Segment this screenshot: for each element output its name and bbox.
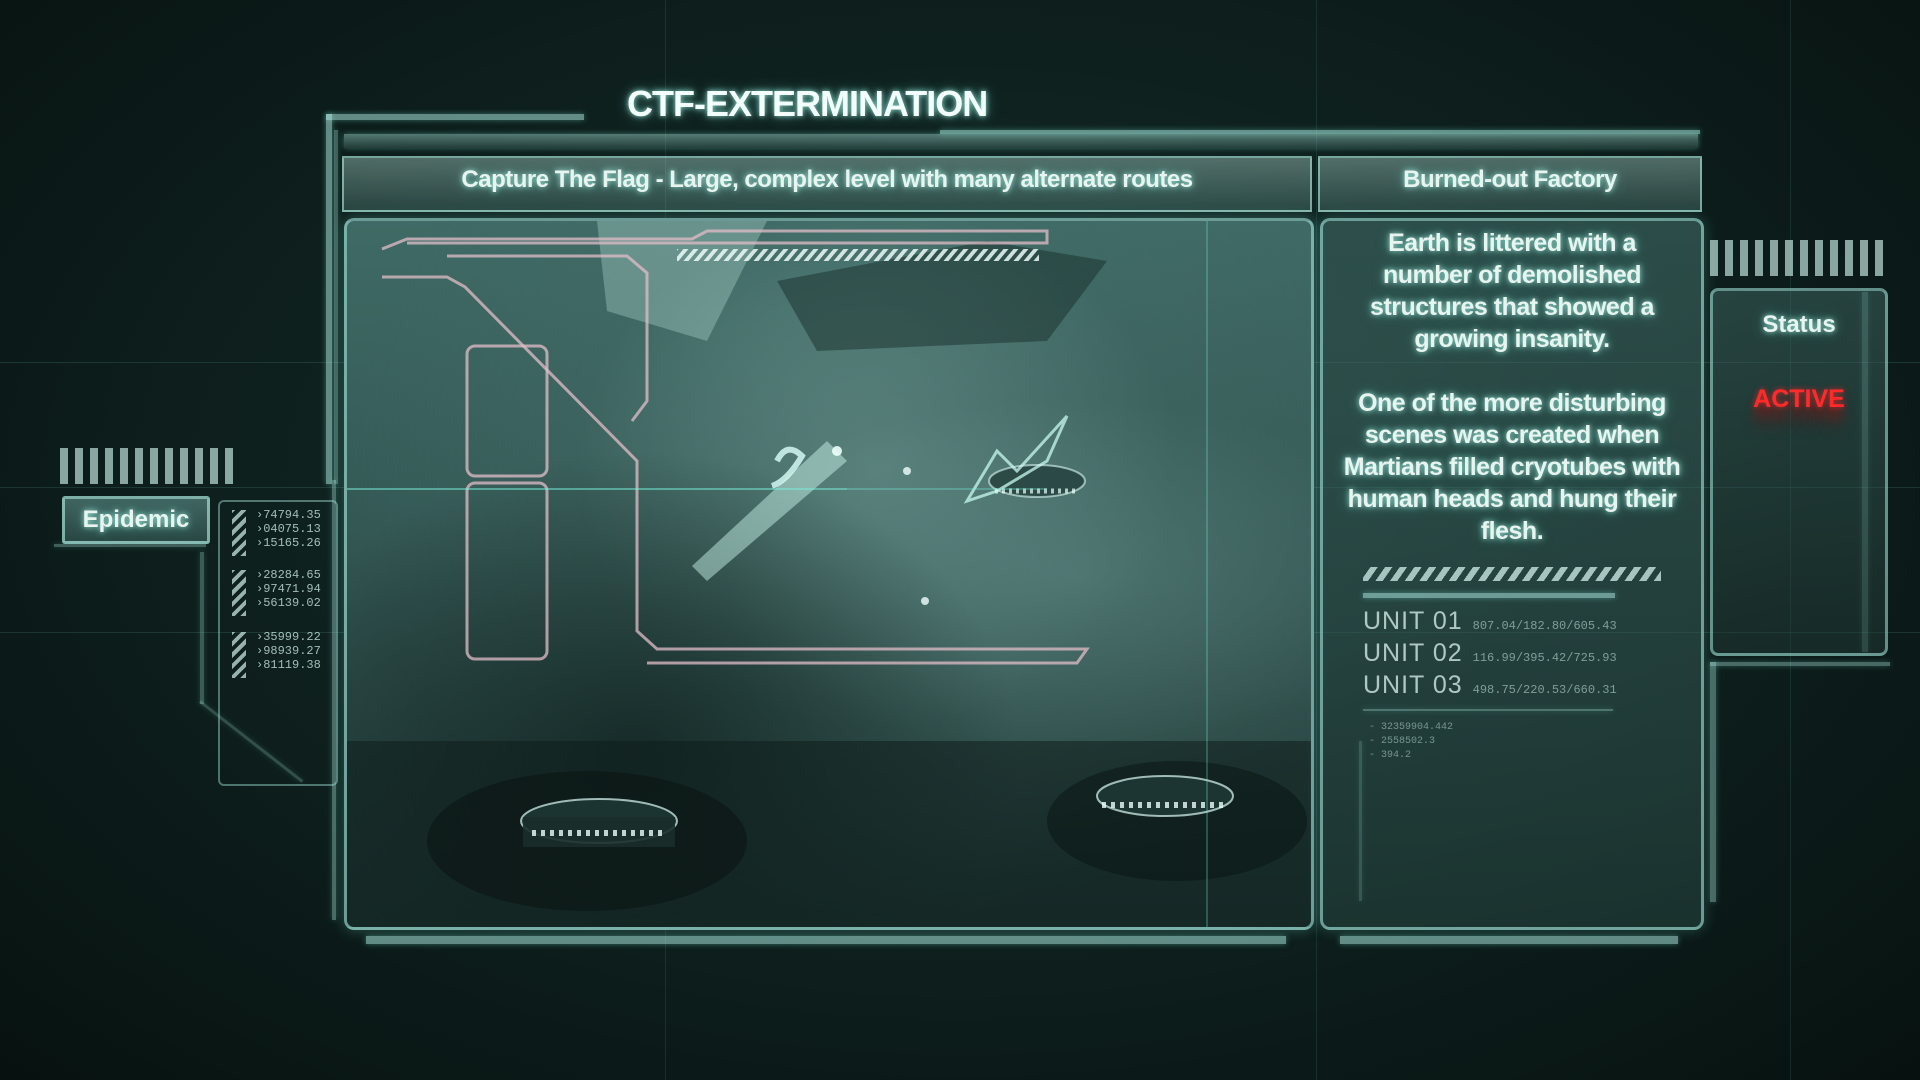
subtitle-header: Burned-out Factory: [1318, 156, 1702, 212]
description-panel: Earth is littered with a number of demol…: [1320, 218, 1704, 930]
description-side-line: [1359, 741, 1362, 901]
description-divider: [1363, 593, 1615, 598]
preview-light: [921, 597, 929, 605]
preview-light: [903, 467, 911, 475]
unit-coords: 116.99/395.42/725.93: [1472, 651, 1617, 665]
map-description-paragraph-2: One of the more disturbing scenes was cr…: [1343, 389, 1681, 545]
readout-value: ›56139.02: [256, 596, 321, 610]
map-subtitle: Burned-out Factory: [1403, 166, 1617, 193]
unit-label: UNIT 02: [1363, 639, 1463, 667]
status-value: ACTIVE: [1753, 385, 1845, 413]
status-panel: Status ACTIVE: [1710, 288, 1888, 656]
status-stripes: [1710, 240, 1890, 276]
unit-divider: [1363, 709, 1613, 711]
epidemic-underline: [54, 544, 206, 547]
unit-row: UNIT 01 807.04/182.80/605.43: [1363, 607, 1617, 637]
game-mode-label-box: Epidemic: [62, 496, 210, 544]
readout-hatch: [232, 632, 246, 678]
small-readout: - 32359904.442: [1369, 722, 1454, 733]
frame-top-strip: [344, 134, 1698, 148]
level-title: CTF-EXTERMINATION: [627, 83, 988, 124]
unit-coords: 807.04/182.80/605.43: [1472, 619, 1617, 633]
readout-hatch: [232, 570, 246, 616]
frame-right-lower-top: [1710, 662, 1890, 666]
cryotube-platform-left: [520, 798, 678, 847]
unit-label: UNIT 03: [1363, 671, 1463, 699]
readout-panel: ›74794.35 ›04075.13 ›15165.26 ›28284.65 …: [218, 500, 338, 786]
status-label: Status: [1762, 311, 1836, 338]
preview-light-beam: [692, 441, 847, 581]
readout-value: ›74794.35: [256, 508, 321, 522]
level-preview: [344, 218, 1314, 930]
frame-bottom-left-bar: [366, 936, 1286, 944]
game-mode-label: Epidemic: [82, 506, 190, 533]
level-preview-art: [347, 221, 1311, 927]
readout-value: ›35999.22: [256, 630, 321, 644]
preview-hatch-stripe: [677, 249, 1039, 261]
readout-group: ›28284.65 ›97471.94 ›56139.02: [256, 568, 321, 610]
readout-value: ›04075.13: [256, 522, 321, 536]
readout-value: ›81119.38: [256, 658, 321, 672]
preview-light: [832, 446, 842, 456]
unit-coords: 498.75/220.53/660.31: [1472, 683, 1617, 697]
mode-description: Capture The Flag - Large, complex level …: [461, 166, 1193, 193]
small-readout: - 2558502.3: [1369, 736, 1436, 747]
frame-top-left-bar: [326, 114, 584, 120]
frame-bottom-right-bar: [1340, 936, 1678, 944]
unit-label: UNIT 01: [1363, 607, 1463, 635]
frame-right-lower: [1710, 662, 1716, 902]
frame-left-vertical: [326, 114, 332, 484]
unit-row: UNIT 03 498.75/220.53/660.31: [1363, 671, 1617, 701]
map-description-paragraph-1: Earth is littered with a number of demol…: [1370, 229, 1654, 353]
epidemic-stripes: [60, 448, 238, 484]
frame-left-inner: [334, 130, 338, 484]
background-scanline: [1316, 0, 1317, 1080]
epidemic-connector: [200, 552, 204, 704]
unit-row: UNIT 02 116.99/395.42/725.93: [1363, 639, 1617, 669]
cryotube-platform-right: [1096, 775, 1234, 817]
readout-group: ›74794.35 ›04075.13 ›15165.26: [256, 508, 321, 550]
readout-value: ›15165.26: [256, 536, 321, 550]
readout-hatch: [232, 510, 246, 556]
mode-header: Capture The Flag - Large, complex level …: [342, 156, 1312, 212]
readout-value: ›28284.65: [256, 568, 321, 582]
readout-group: ›35999.22 ›98939.27 ›81119.38: [256, 630, 321, 672]
cryotube-hanging-right: [988, 464, 1086, 498]
description-hatch-stripe: [1363, 567, 1661, 581]
readout-value: ›98939.27: [256, 644, 321, 658]
readout-value: ›97471.94: [256, 582, 321, 596]
small-readout: - 394.2: [1369, 750, 1412, 761]
